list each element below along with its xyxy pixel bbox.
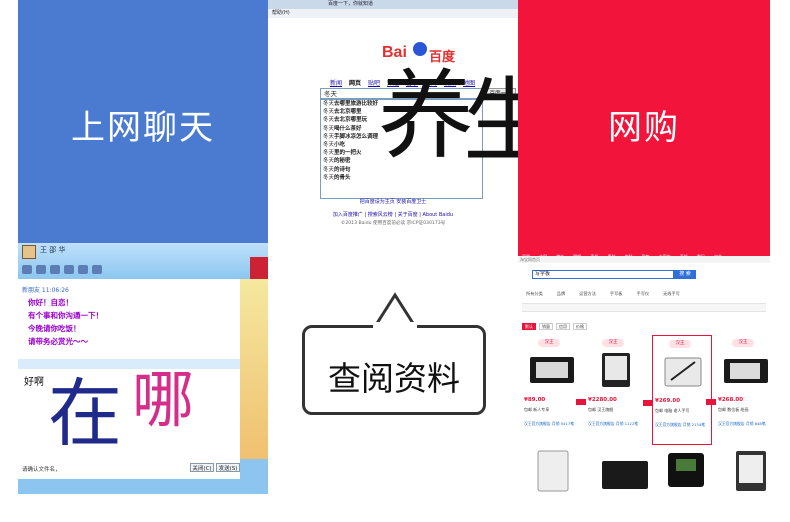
chat-contact-name: 王 邵 华 xyxy=(40,246,66,254)
brand-logo: 汉王 xyxy=(538,339,560,347)
nav-web[interactable]: 网页 xyxy=(349,78,361,87)
shop-category[interactable]: 品牌 xyxy=(557,291,565,297)
sort-tab[interactable]: 销量 xyxy=(539,323,553,330)
chat-input-toolbar xyxy=(18,359,240,369)
product-card[interactable]: 汉王 ¥268.00 包邮 数位板 绘画 汉王官方旗舰店 月销 848笔 xyxy=(706,335,770,445)
sort-tab[interactable]: 价格 xyxy=(573,323,587,330)
signature-pad-image xyxy=(664,357,702,387)
drawing-tablet-image xyxy=(724,359,768,383)
shop-categories: 所有分类 品牌 运营方法 手写板 手写仪 无线手写 xyxy=(526,291,680,297)
chat-panel: 上网聊天 xyxy=(18,0,268,243)
chat-message: 今晚请你吃饭！ xyxy=(28,324,81,333)
chat-panel-label: 上网聊天 xyxy=(71,108,215,148)
shop-sort-tabs: 默认 销量 信用 价格 xyxy=(522,323,587,330)
product-row-images xyxy=(537,450,766,492)
product-shop[interactable]: 汉王官方旗舰店 月销 2134笔 xyxy=(655,422,705,428)
research-label: 查阅资料 xyxy=(328,359,460,398)
chat-side-ad[interactable] xyxy=(240,279,268,459)
product-title[interactable]: 包邮 汉王旗舰 xyxy=(588,407,613,413)
shop-category[interactable]: 手写板 xyxy=(610,291,623,297)
brand-logo: 汉王 xyxy=(602,339,624,347)
shop-category[interactable]: 手写仪 xyxy=(637,291,650,297)
suggestion-item[interactable]: 冬天的骨头 xyxy=(321,174,482,182)
baidu-browser-screenshot: 百度一下，你就知道 帮助(H) Bai 百度 新闻 网页 贴吧 知道 音乐 图片… xyxy=(268,0,518,243)
handwriting-character: 养 xyxy=(378,60,474,172)
baidu-copyright: ©2013 Baidu 使用百度前必读 京ICP证030173号 xyxy=(340,221,446,226)
product-card[interactable]: 汉王 ¥2280.00 包邮 汉王旗舰 汉王官方旗舰店 月销 1122笔 xyxy=(576,335,646,445)
shop-filter-bar xyxy=(522,303,766,312)
chat-message: 你好！自恋！ xyxy=(28,298,73,307)
chat-status-text: 请确认文件名， xyxy=(22,467,61,473)
chat-message-meta: 新朋友 11:06:26 xyxy=(22,287,69,294)
shopping-panel-label: 网购 xyxy=(608,108,680,148)
chat-message: 请带务必赏光～～ xyxy=(28,337,88,346)
product-title[interactable]: 包邮 数位板 绘画 xyxy=(718,407,749,413)
tablet-image xyxy=(530,357,574,383)
baidu-links-top[interactable]: 把百度设为主页 安装百度卫士 xyxy=(268,198,518,205)
brand-logo: 汉王 xyxy=(669,340,691,348)
video-icon[interactable] xyxy=(22,265,32,274)
research-callout: 查阅资料 xyxy=(302,325,486,415)
product-price: ¥269.00 xyxy=(655,398,681,404)
screen-share-icon[interactable] xyxy=(64,265,74,274)
chat-toolbar xyxy=(22,265,172,275)
hot-badge xyxy=(576,399,586,405)
hot-badge xyxy=(706,399,716,405)
product-price: ¥2280.00 xyxy=(588,397,617,403)
product-title[interactable]: 包邮 电脑 老人手写 xyxy=(655,408,690,414)
chat-input-text: 好啊 xyxy=(24,377,44,388)
shop-category[interactable]: 无线手写 xyxy=(663,291,680,297)
app-icon[interactable] xyxy=(78,265,88,274)
bottom-margin xyxy=(0,494,790,522)
browser-menu-help[interactable]: 帮助(H) xyxy=(268,9,518,18)
shop-search-button[interactable]: 搜 索 xyxy=(674,270,696,279)
product-price: ¥89.00 xyxy=(524,397,546,403)
baidu-links-bottom[interactable]: 加入百度推广 | 搜索风云榜 | 关于百度 | About Baidu xyxy=(268,211,518,218)
product-shop[interactable]: 汉王官方旗舰店 月销 5417笔 xyxy=(524,421,574,427)
handwriting-character: 哪 xyxy=(132,363,195,436)
ereader-image xyxy=(602,353,630,387)
shopping-panel: 网购 xyxy=(518,0,770,243)
hot-badge xyxy=(643,400,653,406)
avatar[interactable] xyxy=(22,245,36,259)
product-card[interactable]: 汉王 ¥89.00 包邮 新人专享 汉王官方旗舰店 月销 5417笔 xyxy=(522,335,582,445)
callout-pointer-cover xyxy=(373,322,417,328)
collage-frame: 上网聊天 王 邵 华 新朋友 11:06:26 你好！自恋！ 有个事和你沟通一下… xyxy=(0,0,790,522)
sort-tab[interactable]: 信用 xyxy=(556,323,570,330)
send-button[interactable]: 发送(S) xyxy=(216,463,240,472)
file-icon[interactable] xyxy=(50,265,60,274)
chat-window-screenshot: 王 邵 华 新朋友 11:06:26 你好！自恋！ 有个事和你沟通一下！ 今晚请… xyxy=(18,243,268,494)
handwriting-character: 在 xyxy=(48,371,122,457)
shop-search-input[interactable]: 写字板 xyxy=(532,270,674,279)
close-button[interactable]: 关闭(C) xyxy=(190,463,214,472)
handwriting-character: 生 xyxy=(463,68,518,175)
chat-ad-badge[interactable] xyxy=(250,257,268,281)
chat-message: 有个事和你沟通一下！ xyxy=(28,311,103,320)
product-shop[interactable]: 汉王官方旗舰店 月销 1122笔 xyxy=(588,421,638,427)
shop-top-nav: 家用 大屏 特价 眼镜 手机 男装 女装 鞋包 大家电 手机 数码 内衣 xyxy=(518,243,770,259)
product-title[interactable]: 包邮 新人专享 xyxy=(524,407,549,413)
voice-icon[interactable] xyxy=(36,265,46,274)
nav-news[interactable]: 新闻 xyxy=(330,78,342,87)
brand-logo: 汉王 xyxy=(732,339,754,347)
shop-category[interactable]: 运营方法 xyxy=(579,291,596,297)
product-card-selected[interactable]: 汉王 ¥269.00 包邮 电脑 老人手写 汉王官方旗舰店 月销 2134笔 xyxy=(643,335,712,445)
sort-tab[interactable]: 默认 xyxy=(522,323,536,330)
paw-icon xyxy=(413,42,427,56)
product-shop[interactable]: 汉王官方旗舰店 月销 848笔 xyxy=(718,421,766,427)
more-icon[interactable] xyxy=(92,265,102,274)
browser-tab-title[interactable]: 百度一下，你就知道 xyxy=(268,0,518,9)
product-price: ¥268.00 xyxy=(718,397,744,403)
shop-category[interactable]: 所有分类 xyxy=(526,291,543,297)
shopping-site-screenshot: 家用 大屏 特价 眼镜 手机 男装 女装 鞋包 大家电 手机 数码 内衣 淘宝网… xyxy=(518,243,770,494)
shop-breadcrumb[interactable]: 淘宝网首页 xyxy=(518,256,770,263)
chat-message-area: 新朋友 11:06:26 你好！自恋！ 有个事和你沟通一下！ 今晚请你吃饭！ 请… xyxy=(18,279,240,359)
